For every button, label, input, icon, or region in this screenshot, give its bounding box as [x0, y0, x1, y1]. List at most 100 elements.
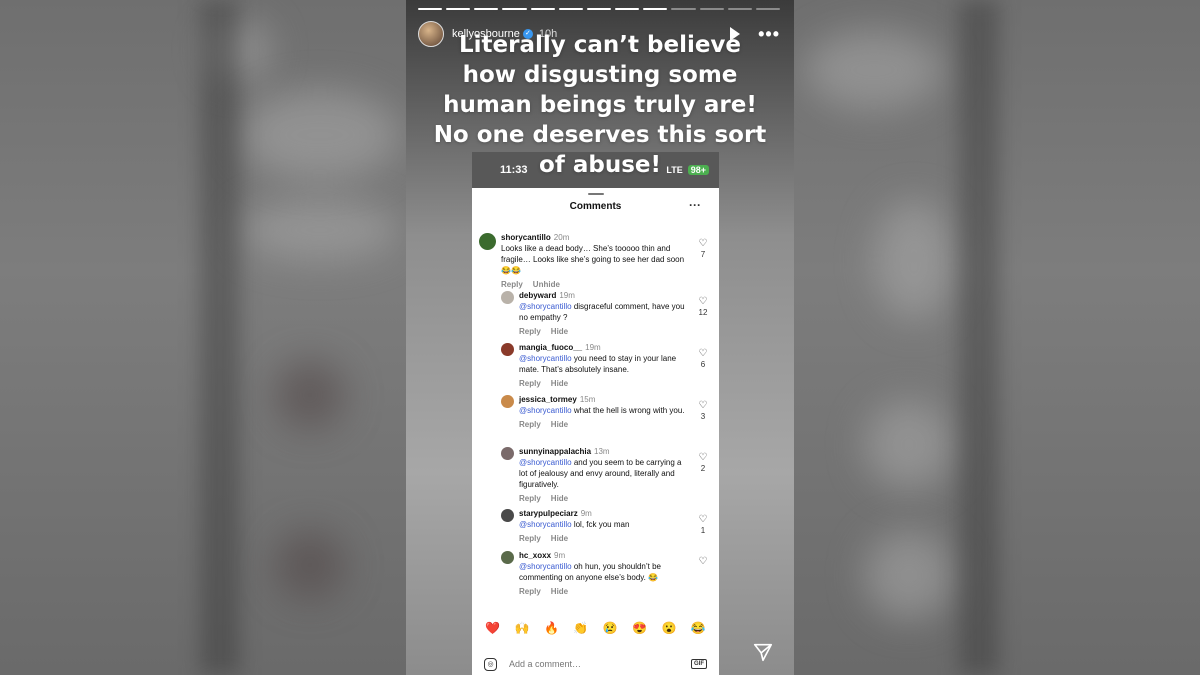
comment-text: @shorycantillo and you seem to be carryi…: [519, 458, 682, 489]
heart-icon[interactable]: ♡: [697, 400, 709, 412]
comment-body: sunnyinappalachia 13m @shorycantillo and y…: [519, 446, 689, 504]
comment-text: Looks like a dead body… She’s tooooo thi…: [501, 244, 685, 275]
comment-text: @shorycantillo lol, fck you man: [519, 520, 630, 529]
like-control[interactable]: ♡ 7: [697, 238, 709, 259]
add-comment-input[interactable]: Add a comment…: [509, 659, 581, 669]
like-control[interactable]: ♡ 12: [697, 296, 709, 317]
like-control[interactable]: ♡: [697, 556, 709, 568]
comment-actions: Reply Hide: [519, 493, 689, 504]
heart-icon[interactable]: ♡: [697, 514, 709, 526]
heart-icon[interactable]: ♡: [697, 238, 709, 250]
comment-actions: Reply Hide: [519, 378, 689, 389]
comment-username[interactable]: hc_xoxx: [519, 551, 551, 560]
comment-mention[interactable]: @shorycantillo: [519, 520, 572, 529]
progress-segment: [643, 8, 668, 10]
comment-username[interactable]: starypulpeciarz: [519, 509, 578, 518]
heart-icon[interactable]: ♡: [697, 452, 709, 464]
reaction-emoji-button[interactable]: 🙌: [515, 618, 530, 638]
like-control[interactable]: ♡ 3: [697, 400, 709, 421]
story-progress-bar: [418, 8, 781, 10]
gif-button[interactable]: GIF: [691, 659, 707, 669]
avatar[interactable]: [501, 509, 514, 522]
like-count: 6: [700, 360, 706, 369]
progress-segment: [727, 8, 752, 10]
avatar[interactable]: [501, 551, 514, 564]
comment-body: mangia_fuoco__ 19m @shorycantillo you need…: [519, 342, 689, 389]
comment-action-hide-button[interactable]: Hide: [551, 420, 568, 429]
comment-action-reply-button[interactable]: Reply: [519, 587, 541, 596]
like-count: 3: [700, 412, 706, 421]
comment-action-reply-button[interactable]: Reply: [519, 494, 541, 503]
like-count: 2: [700, 464, 706, 473]
caption-line: of abuse!: [539, 152, 661, 178]
drag-handle[interactable]: [587, 193, 604, 195]
comment-username[interactable]: shorycantillo: [501, 233, 551, 242]
progress-segment: [474, 8, 499, 10]
comment-username[interactable]: debyward: [519, 291, 556, 300]
avatar[interactable]: [501, 395, 514, 408]
comment-time: 19m: [559, 291, 575, 300]
reaction-emoji-button[interactable]: ❤️: [485, 618, 500, 638]
comment-username[interactable]: sunnyinappalachia: [519, 447, 591, 456]
comment-actions: Reply Hide: [519, 586, 689, 597]
comment-action-hide-button[interactable]: Hide: [551, 327, 568, 336]
heart-icon[interactable]: ♡: [697, 556, 709, 568]
comment-mention[interactable]: @shorycantillo: [519, 458, 572, 467]
story-viewer[interactable]: kellyosbourne ✓ 10h ••• Literally can’t …: [406, 0, 794, 675]
reaction-emoji-button[interactable]: 😮: [661, 618, 676, 638]
reaction-emoji-button[interactable]: 👏: [573, 618, 588, 638]
comment-text: @shorycantillo you need to stay in your …: [519, 354, 677, 374]
comments-sheet: Comments ··· shorycantillo 20m Looks like …: [472, 188, 719, 675]
comment-mention[interactable]: @shorycantillo: [519, 406, 572, 415]
avatar[interactable]: [479, 233, 496, 250]
avatar[interactable]: [501, 291, 514, 304]
heart-icon[interactable]: ♡: [697, 296, 709, 308]
reaction-emoji-button[interactable]: 😂: [691, 618, 706, 638]
comment-username[interactable]: jessica_tormey: [519, 395, 577, 404]
reaction-emoji-button[interactable]: 🔥: [544, 618, 559, 638]
avatar[interactable]: [501, 447, 514, 460]
comment-time: 9m: [580, 509, 592, 518]
caption-line: how disgusting some: [462, 62, 738, 88]
caption-line: human beings truly are!: [443, 92, 757, 118]
comment-mention[interactable]: @shorycantillo: [519, 354, 572, 363]
comment-mention[interactable]: @shorycantillo: [519, 562, 572, 571]
comment-mention[interactable]: @shorycantillo: [519, 302, 572, 311]
reaction-emoji-button[interactable]: 😢: [603, 618, 618, 638]
blurred-background-left: [0, 0, 406, 675]
like-control[interactable]: ♡ 1: [697, 514, 709, 535]
comment-username[interactable]: mangia_fuoco__: [519, 343, 582, 352]
camera-icon[interactable]: ◎: [484, 657, 497, 671]
comment-time: 20m: [553, 233, 570, 242]
comment-action-hide-button[interactable]: Hide: [551, 587, 568, 596]
comment-body: hc_xoxx 9m @shorycantillo oh hun, you shou…: [519, 550, 689, 597]
comment-action-reply-button[interactable]: Reply: [519, 327, 541, 336]
caption-line: No one deserves this sort: [433, 122, 767, 148]
comment-action-reply-button[interactable]: Reply: [519, 379, 541, 388]
heart-icon[interactable]: ♡: [697, 348, 709, 360]
like-count: 12: [698, 308, 708, 317]
reaction-emoji-button[interactable]: 😍: [632, 618, 647, 638]
comment-text: @shorycantillo disgraceful comment, have…: [519, 302, 685, 322]
comment-time: 13m: [594, 447, 610, 456]
progress-segment: [530, 8, 555, 10]
progress-segment: [502, 8, 527, 10]
progress-segment: [615, 8, 640, 10]
comment-time: 9m: [554, 551, 566, 560]
comment-action-reply-button[interactable]: Reply: [519, 420, 541, 429]
send-icon[interactable]: [752, 641, 774, 663]
comments-header: Comments ···: [472, 188, 719, 224]
comment-action-hide-button[interactable]: Hide: [551, 379, 568, 388]
comment-action-unhide-button[interactable]: Unhide: [533, 280, 560, 289]
reaction-bar: ❤️ 🙌 🔥 👏 😢 😍 😮 😂: [472, 618, 719, 638]
progress-segment: [446, 8, 471, 10]
story-caption: Literally can’t believe how disgusting s…: [406, 30, 794, 180]
more-icon[interactable]: ···: [689, 198, 701, 212]
comment-action-reply-button[interactable]: Reply: [519, 534, 541, 543]
like-control[interactable]: ♡ 2: [697, 452, 709, 473]
comment-action-hide-button[interactable]: Hide: [551, 494, 568, 503]
comment-action-hide-button[interactable]: Hide: [551, 534, 568, 543]
avatar[interactable]: [501, 343, 514, 356]
comment-action-reply-button[interactable]: Reply: [501, 280, 523, 289]
like-control[interactable]: ♡ 6: [697, 348, 709, 369]
